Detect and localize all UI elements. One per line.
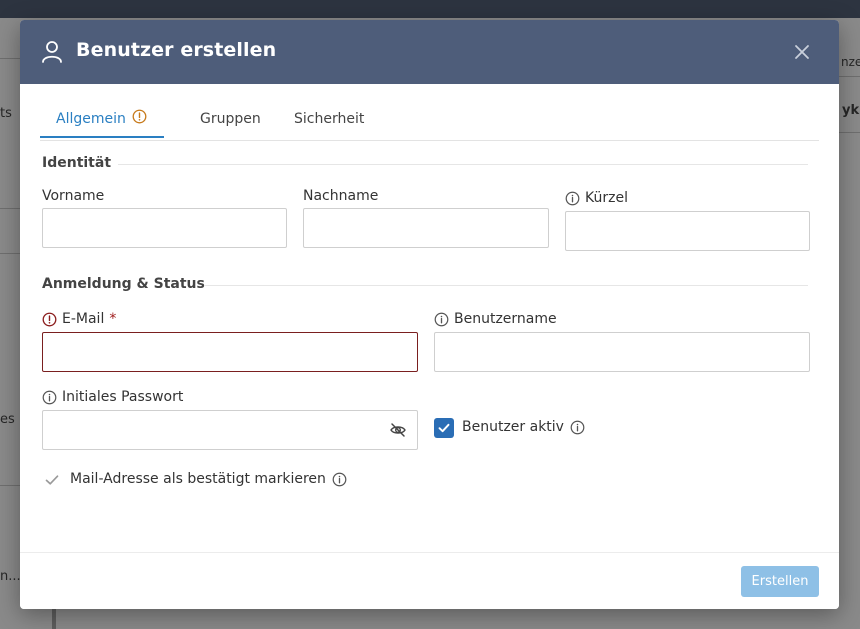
- short-label-text: Kürzel: [585, 190, 628, 206]
- background-text: ykl.: [842, 103, 860, 118]
- background-topbar: [0, 0, 860, 18]
- eye-off-icon[interactable]: [389, 421, 407, 439]
- mail-confirmed-label-text: Mail-Adresse als bestätigt markieren: [70, 471, 326, 487]
- info-icon[interactable]: [434, 312, 449, 327]
- tab-sicherheit[interactable]: Sicherheit: [294, 100, 364, 138]
- section-divider: [118, 164, 808, 165]
- background-scrollbar: [52, 609, 56, 629]
- create-button[interactable]: Erstellen: [741, 566, 819, 597]
- background-divider: [839, 76, 860, 77]
- dialog-title: Benutzer erstellen: [76, 39, 277, 61]
- tab-gruppen[interactable]: Gruppen: [200, 100, 261, 138]
- tab-allgemein[interactable]: Allgemein: [40, 100, 164, 138]
- info-icon[interactable]: [565, 191, 580, 206]
- user-active-label: Benutzer aktiv: [462, 419, 585, 435]
- dialog-footer: Erstellen: [20, 552, 839, 609]
- background-divider: [0, 208, 20, 209]
- warning-icon: [132, 109, 147, 124]
- mail-confirmed-checkbox[interactable]: [43, 471, 61, 489]
- background-text: ts: [0, 106, 12, 121]
- section-title-login: Anmeldung & Status: [42, 276, 205, 292]
- user-icon: [42, 41, 62, 63]
- required-marker: *: [109, 311, 117, 327]
- tab-bar: Allgemein Gruppen Sicherheit: [40, 100, 819, 141]
- email-input[interactable]: [42, 332, 418, 372]
- check-icon: [438, 423, 450, 433]
- first-name-label: Vorname: [42, 188, 104, 204]
- info-icon[interactable]: [570, 420, 585, 435]
- username-label-text: Benutzername: [454, 311, 557, 327]
- last-name-input[interactable]: [303, 208, 549, 248]
- last-name-label: Nachname: [303, 188, 378, 204]
- email-label-text: E-Mail: [62, 311, 105, 327]
- email-label: E-Mail *: [42, 311, 116, 327]
- password-input[interactable]: [42, 410, 418, 450]
- user-active-label-text: Benutzer aktiv: [462, 419, 564, 435]
- info-icon[interactable]: [332, 472, 347, 487]
- background-divider: [0, 253, 20, 254]
- username-input[interactable]: [434, 332, 810, 372]
- last-name-label-text: Nachname: [303, 188, 379, 204]
- close-icon[interactable]: [792, 42, 812, 62]
- background-text: nzei: [841, 55, 860, 69]
- first-name-input[interactable]: [42, 208, 287, 248]
- password-label-text: Initiales Passwort: [62, 389, 184, 405]
- first-name-label-text: Vorname: [42, 188, 105, 204]
- background-divider: [0, 58, 20, 59]
- background-text: n...: [0, 569, 21, 584]
- user-active-checkbox[interactable]: [434, 418, 454, 438]
- tab-label: Allgemein: [56, 111, 126, 127]
- error-icon: [42, 312, 57, 326]
- section-divider: [205, 285, 808, 286]
- background-divider: [839, 132, 860, 133]
- section-title-identity: Identität: [42, 155, 112, 171]
- background-text: es: [0, 412, 15, 427]
- create-user-dialog: Benutzer erstellen Allgemein Gruppen Sic…: [20, 20, 839, 609]
- background-divider: [0, 485, 20, 486]
- dialog-header: Benutzer erstellen: [20, 20, 839, 84]
- mail-confirmed-label: Mail-Adresse als bestätigt markieren: [70, 471, 347, 487]
- username-label: Benutzername: [434, 311, 557, 327]
- password-label: Initiales Passwort: [42, 389, 183, 405]
- short-input[interactable]: [565, 211, 810, 251]
- info-icon[interactable]: [42, 390, 57, 405]
- short-label: Kürzel: [565, 190, 628, 206]
